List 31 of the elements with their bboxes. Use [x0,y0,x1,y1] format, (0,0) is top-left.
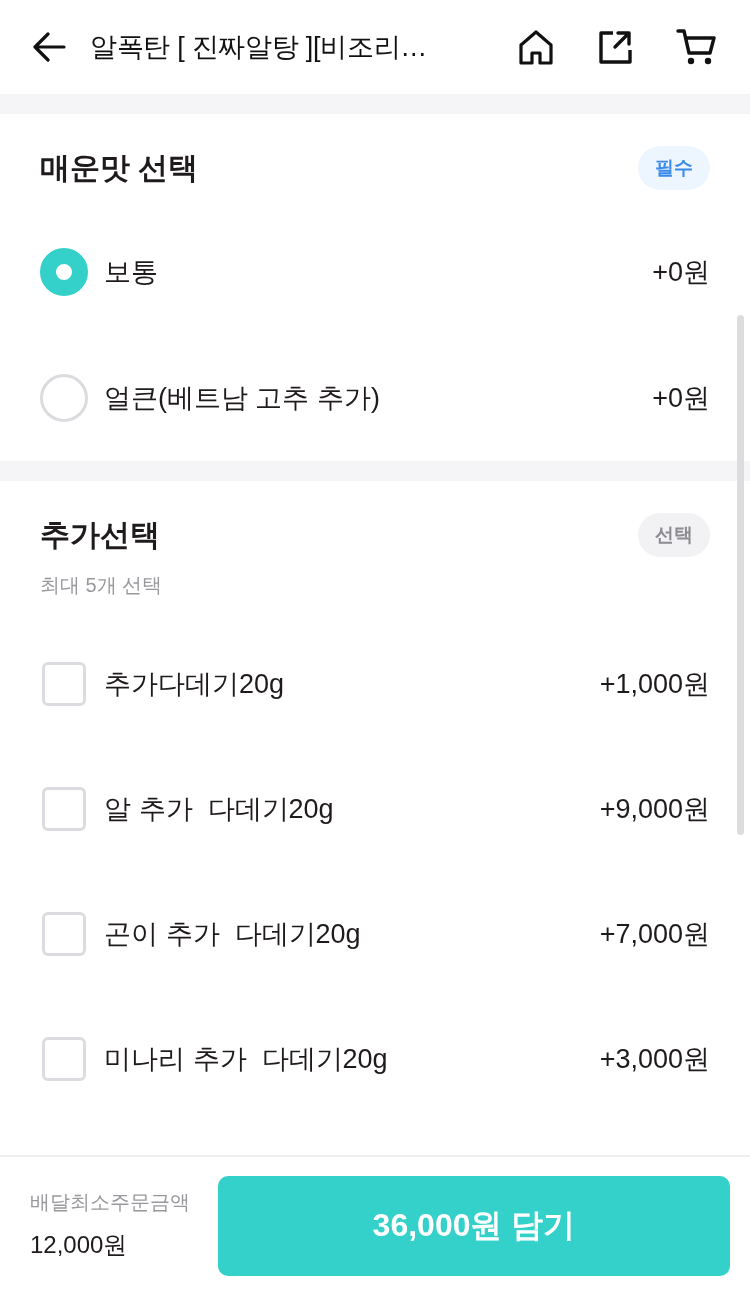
option-label: 얼큰(베트남 고추 추가) [104,382,380,415]
min-order-amount: 12,000원 [30,1230,128,1260]
checkbox[interactable] [42,661,86,706]
section-title: 추가선택 [40,516,160,553]
option-label: 미나리 추가 다데기20g [104,1042,388,1076]
option-label: 추가다데기20g [104,667,285,701]
selection-limit-note: 최대 5개 선택 [40,573,163,598]
checkbox[interactable] [42,786,86,831]
min-order-label: 배달최소주문금액 [30,1190,190,1215]
radio-button[interactable] [40,248,88,296]
page-title: 알폭탄 [ 진짜알탕 ][비조리… [90,31,428,64]
option-price: +3,000원 [599,1042,710,1076]
option-label: 곤이 추가 다데기20g [104,917,361,951]
option-label: 보통 [104,256,158,289]
cart-icon[interactable] [676,28,716,66]
checkbox[interactable] [42,911,86,956]
option-label: 알 추가 다데기20g [104,792,334,826]
section-title: 매운맛 선택 [40,149,199,186]
required-badge: 필수 [638,146,710,190]
option-price: +0원 [652,382,710,415]
add-to-cart-button[interactable]: 36,000원 담기 [218,1176,730,1276]
home-icon[interactable] [518,29,554,65]
share-icon[interactable] [598,30,632,64]
optional-badge: 선택 [638,513,710,557]
option-price: +1,000원 [599,667,710,701]
option-price: +0원 [652,256,710,289]
back-arrow-icon[interactable] [32,32,66,62]
radio-button[interactable] [40,374,88,422]
checkbox[interactable] [42,1036,86,1081]
option-price: +7,000원 [599,917,710,951]
option-price: +9,000원 [599,792,710,826]
